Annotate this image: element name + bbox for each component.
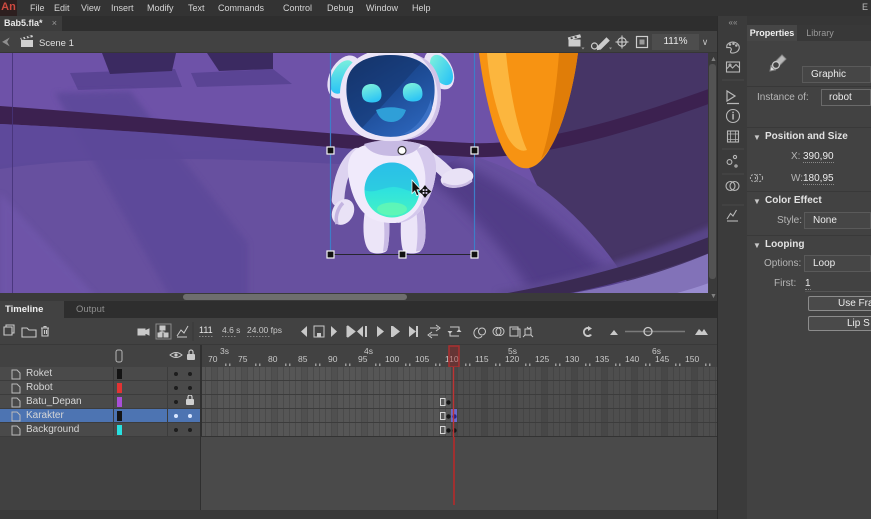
- svg-text:111: 111: [199, 325, 213, 335]
- svg-text:««: ««: [729, 18, 738, 27]
- svg-text:24.00 fps: 24.00 fps: [247, 325, 282, 335]
- svg-text:4.6 s: 4.6 s: [222, 325, 240, 335]
